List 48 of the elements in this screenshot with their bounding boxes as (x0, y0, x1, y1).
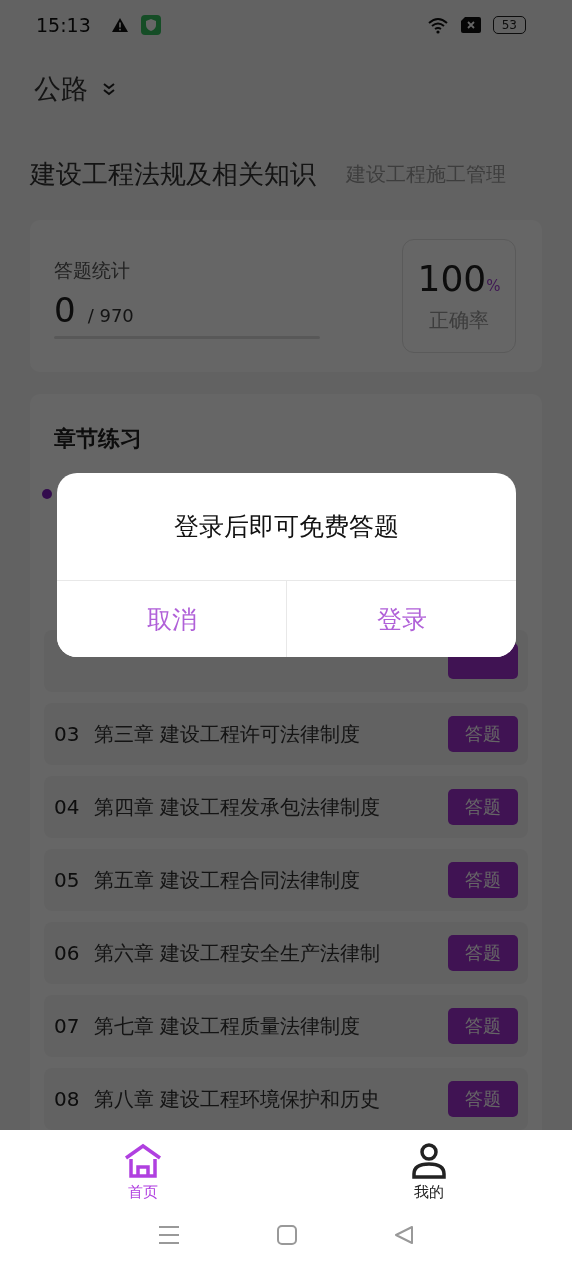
sim-card-icon (460, 17, 481, 33)
chapter-row[interactable]: 06 第六章 建设工程安全生产法律制 答题 (44, 922, 528, 984)
accuracy-value: 100 (417, 258, 487, 299)
status-time: 15:13 (36, 14, 91, 36)
chapter-number: 07 (54, 1014, 80, 1038)
chapter-title: 第六章 建设工程安全生产法律制 (94, 939, 382, 967)
answer-button[interactable]: 答题 (448, 935, 518, 971)
back-icon[interactable] (393, 1225, 414, 1245)
person-icon (411, 1143, 447, 1179)
shield-app-icon (140, 15, 161, 35)
chapter-number: 04 (54, 795, 80, 819)
answered-count: 0 (54, 289, 76, 330)
chapter-title: 第七章 建设工程质量法律制度 (94, 1012, 362, 1040)
chapter-number: 08 (54, 1087, 80, 1111)
answer-button[interactable]: 答题 (448, 789, 518, 825)
chapter-row[interactable]: 04 第四章 建设工程发承包法律制度 答题 (44, 776, 528, 838)
home-icon (124, 1143, 162, 1179)
answer-button[interactable]: 答题 (448, 1081, 518, 1117)
subject-tab[interactable]: 建设工程法规及相关知识 (30, 156, 316, 192)
nav-tab[interactable]: 首页 (103, 1142, 183, 1203)
wifi-icon (426, 16, 449, 34)
warning-icon (110, 17, 129, 33)
answer-button[interactable]: 答题 (448, 862, 518, 898)
total-count: / 970 (87, 304, 134, 326)
nav-tab[interactable]: 我的 (389, 1142, 469, 1203)
battery-indicator: 53 (492, 16, 526, 34)
category-title[interactable]: 公路 (34, 71, 88, 107)
chapter-row[interactable]: 08 第八章 建设工程环境保护和历史 答题 (44, 1068, 528, 1130)
chapter-row[interactable]: 07 第七章 建设工程质量法律制度 答题 (44, 995, 528, 1057)
chapter-row[interactable]: 05 第五章 建设工程合同法律制度 答题 (44, 849, 528, 911)
chevron-down-icon[interactable] (102, 82, 116, 96)
chapter-title: 第八章 建设工程环境保护和历史 (94, 1085, 382, 1113)
answer-button[interactable]: 答题 (448, 1008, 518, 1044)
bullet-dot (42, 489, 52, 499)
chapter-number: 03 (54, 722, 80, 746)
chapter-row[interactable]: 03 第三章 建设工程许可法律制度 答题 (44, 703, 528, 765)
dialog-button[interactable]: 登录 (286, 581, 516, 657)
chapter-title: 第四章 建设工程发承包法律制度 (94, 793, 382, 821)
chapter-number: 06 (54, 941, 80, 965)
chapter-title: 第五章 建设工程合同法律制度 (94, 866, 362, 894)
menu-icon[interactable] (158, 1225, 181, 1245)
answer-button[interactable]: 答题 (448, 716, 518, 752)
chapter-title: 第三章 建设工程许可法律制度 (94, 720, 362, 748)
section-title: 章节练习 (53, 425, 143, 453)
stats-label: 答题统计 (54, 257, 131, 283)
home-square-icon[interactable] (277, 1225, 297, 1245)
percent-sign: % (486, 277, 501, 295)
chapter-number: 05 (54, 868, 80, 892)
